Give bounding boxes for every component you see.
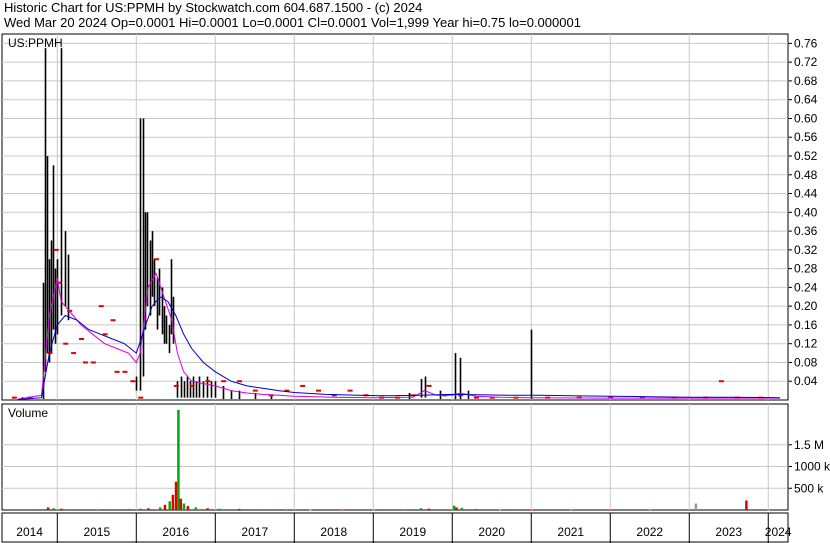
volume-bar: [285, 509, 288, 511]
price-tick-label: 0.28: [794, 262, 818, 276]
year-tick-label: 2018: [320, 525, 347, 539]
volume-bar: [530, 509, 533, 511]
volume-bar: [158, 507, 162, 510]
volume-bar: [474, 509, 478, 511]
ticker-label: US:PPMH: [8, 36, 63, 50]
price-tick-label: 0.64: [794, 93, 818, 107]
price-tick-label: 0.60: [794, 111, 818, 125]
volume-bar: [427, 508, 431, 510]
volume-bar: [460, 507, 464, 510]
volume-bar: [372, 509, 375, 511]
price-tick-label: 0.36: [794, 224, 818, 238]
price-tick-label: 0.24: [794, 280, 818, 294]
volume-bar: [177, 410, 180, 510]
volume-bar: [147, 508, 150, 510]
volume-tick-label: 1.5 M: [794, 438, 824, 452]
price-tick-label: 0.16: [794, 318, 818, 332]
volume-bar: [419, 508, 423, 510]
volume-bar: [237, 508, 241, 510]
price-tick-label: 0.08: [794, 355, 818, 369]
volume-bar: [569, 509, 573, 511]
volume-bar: [60, 508, 63, 510]
year-tick-label: 2023: [715, 525, 742, 539]
volume-bar: [609, 509, 612, 511]
price-tick-label: 0.40: [794, 205, 818, 219]
year-tick-label: 2024: [765, 525, 792, 539]
price-tick-label: 0.32: [794, 243, 818, 257]
volume-bar: [309, 509, 312, 511]
year-tick-label: 2017: [241, 525, 268, 539]
volume-bar: [52, 508, 55, 510]
volume-bar: [648, 509, 652, 511]
price-tick-label: 0.44: [794, 187, 818, 201]
volume-bar: [127, 509, 130, 511]
volume-bar: [206, 508, 209, 510]
year-tick-label: 2016: [162, 525, 189, 539]
volume-bar: [694, 503, 698, 510]
price-tick-label: 0.76: [794, 36, 818, 50]
price-tick-label: 0.48: [794, 168, 818, 182]
year-tick-label: 2022: [636, 525, 663, 539]
year-tick-label: 2019: [399, 525, 426, 539]
volume-bar: [46, 507, 50, 510]
volume-bar: [179, 498, 183, 510]
volume-bar: [452, 505, 456, 510]
volume-label: Volume: [8, 406, 48, 420]
price-tick-label: 0.04: [794, 374, 818, 388]
volume-bar: [182, 503, 186, 510]
volume-bar: [163, 504, 167, 510]
volume-bar: [186, 506, 190, 510]
time-axis-panel: [1, 512, 789, 543]
volume-bar: [168, 501, 171, 510]
volume-bar: [68, 509, 71, 511]
volume-tick-label: 500 k: [794, 481, 824, 495]
volume-panel: [1, 403, 789, 511]
volume-bar: [194, 507, 198, 510]
volume-bar: [139, 508, 142, 510]
volume-tick-label: 1000 k: [794, 460, 830, 474]
volume-bar: [174, 481, 178, 510]
volume-bar: [95, 509, 99, 511]
price-volume-chart: 2014 2015 2016 2017 2018 2019 2020 2021 2022 2023…: [1, 33, 830, 543]
volume-bar: [745, 500, 748, 510]
volume-bar: [218, 508, 221, 510]
price-panel: [1, 33, 789, 401]
year-tick-label: 2021: [557, 525, 584, 539]
volume-bar: [171, 494, 175, 510]
price-tick-label: 0.52: [794, 149, 818, 163]
year-tick-label: 2014: [16, 525, 43, 539]
volume-bar: [340, 509, 344, 511]
volume-bar: [403, 509, 407, 511]
year-tick-label: 2015: [83, 525, 110, 539]
price-tick-label: 0.72: [794, 55, 818, 69]
volume-bar: [767, 509, 770, 511]
price-tick-label: 0.20: [794, 299, 818, 313]
volume-bar: [455, 507, 458, 510]
volume-bar: [498, 509, 502, 511]
price-tick-label: 0.12: [794, 337, 818, 351]
year-tick-label: 2020: [478, 525, 505, 539]
volume-bar: [261, 509, 265, 511]
price-tick-label: 0.68: [794, 74, 818, 88]
price-tick-label: 0.56: [794, 130, 818, 144]
